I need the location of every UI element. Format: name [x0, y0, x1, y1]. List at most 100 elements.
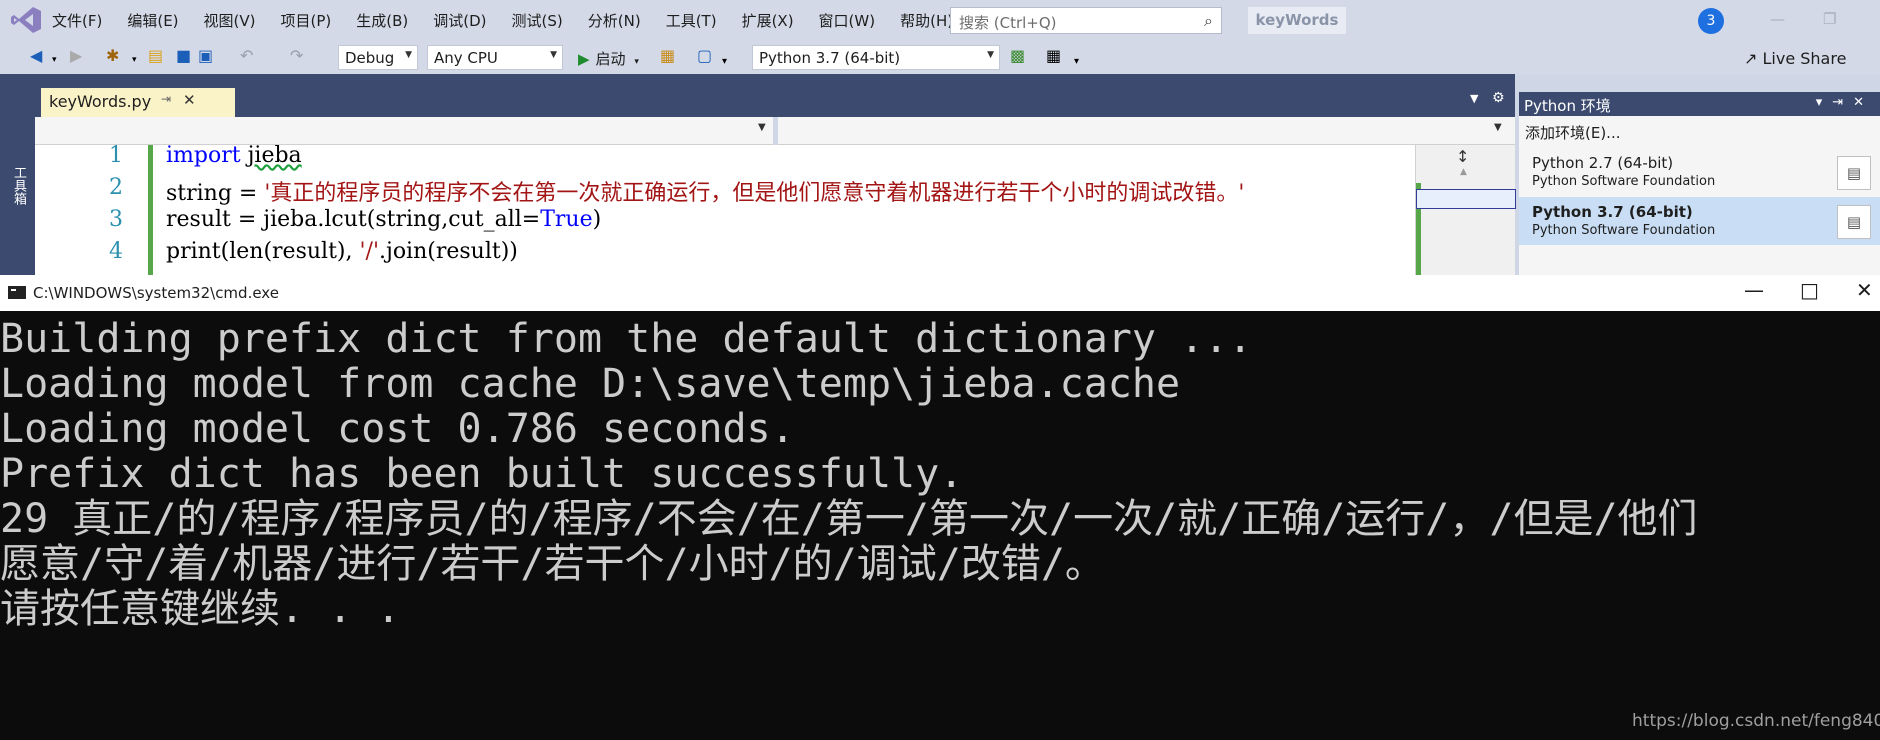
open-file-icon[interactable]: ▤: [148, 47, 163, 65]
solution-name: keyWords: [1248, 7, 1346, 34]
keyword: import: [166, 145, 241, 168]
live-share-button[interactable]: ↗ Live Share: [1744, 49, 1846, 68]
menu-build[interactable]: 生成(B): [356, 10, 408, 31]
panel-title: Python 环境: [1524, 97, 1611, 115]
add-environment-link[interactable]: 添加环境(E)...: [1525, 122, 1621, 143]
chevron-down-icon: ▼: [550, 50, 557, 60]
menu-file[interactable]: 文件(F): [52, 10, 102, 31]
line-number: 2: [109, 175, 123, 200]
play-icon: ▶: [578, 50, 590, 68]
env-vendor: Python Software Foundation: [1532, 223, 1716, 238]
forward-icon[interactable]: ▶: [70, 47, 82, 65]
redo-icon[interactable]: ↷: [290, 47, 303, 65]
line-number: 4: [109, 239, 123, 264]
menu-help[interactable]: 帮助(H): [900, 10, 953, 31]
start-button[interactable]: ▶ 启动 ▾: [578, 48, 639, 69]
back-icon[interactable]: ◀: [30, 47, 42, 65]
undo-icon[interactable]: ↶: [240, 47, 253, 65]
interpreter-value: Python 3.7 (64-bit): [759, 49, 901, 67]
close-icon[interactable]: ✕: [183, 91, 196, 109]
navigation-bar: ▼ ▼: [35, 117, 1515, 145]
scrollbar-map[interactable]: ↕ ▲: [1415, 145, 1516, 275]
cmd-titlebar: C:\WINDOWS\system32\cmd.exe — □ ✕: [0, 275, 1880, 311]
menu-view[interactable]: 视图(V): [204, 10, 256, 31]
browser-dropdown-icon[interactable]: ▾: [722, 53, 727, 71]
back-dropdown-icon[interactable]: ▾: [52, 51, 57, 69]
code-text: result =: [166, 207, 264, 232]
watermark: https://blog.csdn.net/feng8403000: [1632, 711, 1880, 731]
menu-project[interactable]: 项目(P): [281, 10, 332, 31]
code-line-4: print(len(result), '/'.join(result)): [166, 239, 518, 264]
python-environments-panel: Python 环境 ▾⇥✕ 添加环境(E)... Python 2.7 (64-…: [1519, 92, 1880, 275]
platform-value: Any CPU: [434, 49, 498, 67]
env-item-python37[interactable]: Python 3.7 (64-bit) Python Software Foun…: [1519, 197, 1880, 245]
browser-icon[interactable]: ▢: [697, 47, 712, 65]
new-project-dropdown-icon[interactable]: ▾: [132, 51, 137, 69]
map-thumb[interactable]: [1416, 189, 1516, 209]
menu-window[interactable]: 窗口(W): [819, 10, 876, 31]
start-label: 启动: [595, 50, 626, 68]
minimize-icon[interactable]: —: [1770, 10, 1785, 28]
platform-select[interactable]: Any CPU ▼: [427, 45, 563, 70]
notification-badge[interactable]: 3: [1698, 8, 1724, 34]
save-icon[interactable]: ■: [176, 47, 191, 65]
minimize-icon[interactable]: —: [1744, 278, 1764, 302]
menu-items: 文件(F) 编辑(E) 视图(V) 项目(P) 生成(B) 调试(D) 测试(S…: [52, 10, 978, 31]
menu-edit[interactable]: 编辑(E): [127, 10, 178, 31]
toolbar-overflow-icon[interactable]: ▾: [1074, 53, 1079, 71]
close-icon[interactable]: ✕: [1856, 278, 1873, 302]
env-item-python27[interactable]: Python 2.7 (64-bit) Python Software Foun…: [1519, 148, 1880, 196]
gear-icon[interactable]: ⚙: [1492, 90, 1505, 106]
env-name: Python 2.7 (64-bit): [1532, 154, 1674, 172]
restore-icon[interactable]: ❐: [1823, 10, 1836, 28]
chevron-down-icon: ▼: [987, 50, 994, 60]
panel-header-icons[interactable]: ▾⇥✕: [1816, 95, 1874, 110]
layout-icon[interactable]: ▦: [1046, 47, 1061, 65]
save-all-icon[interactable]: ▣: [198, 47, 213, 65]
tab-title: keyWords.py: [49, 92, 152, 111]
visual-studio-window: 文件(F) 编辑(E) 视图(V) 项目(P) 生成(B) 调试(D) 测试(S…: [0, 0, 1880, 275]
tab-overflow-icon[interactable]: ▼: [1470, 92, 1478, 105]
keyword: True: [540, 207, 593, 232]
maximize-icon[interactable]: □: [1800, 278, 1819, 302]
configuration-select[interactable]: Debug ▼: [338, 45, 418, 70]
env-vendor: Python Software Foundation: [1532, 174, 1716, 189]
menu-extensions[interactable]: 扩展(X): [742, 10, 794, 31]
new-project-icon[interactable]: ✱: [106, 47, 119, 65]
search-input[interactable]: 搜索 (Ctrl+Q) ⌕: [950, 7, 1222, 34]
line-number-gutter: 1 2 3 4: [35, 145, 153, 275]
toolbar: ◀ ▾ ▶ ✱ ▾ ▤ ■ ▣ ↶ ↷ Debug ▼ Any CPU ▼ ▶ 启…: [0, 40, 1880, 74]
attach-process-icon[interactable]: ▦: [660, 47, 675, 65]
tab-keywords-py[interactable]: keyWords.py ⇥ ✕: [41, 88, 235, 117]
live-share-label: Live Share: [1762, 49, 1847, 68]
pin-icon[interactable]: ⇥: [161, 92, 171, 106]
python-interpreter-select[interactable]: Python 3.7 (64-bit) ▼: [752, 45, 1000, 70]
code-text: jieba.lcut(string,cut_all=: [263, 207, 541, 232]
share-icon: ↗: [1744, 49, 1758, 68]
env-name: Python 3.7 (64-bit): [1532, 203, 1693, 221]
module-name: jieba: [247, 145, 302, 168]
chevron-down-icon[interactable]: ▼: [758, 122, 766, 133]
menu-debug[interactable]: 调试(D): [433, 10, 486, 31]
editor-tab-bar: keyWords.py ⇥ ✕ ▼ ⚙: [35, 74, 1515, 117]
env-options-icon[interactable]: ▤: [1837, 205, 1871, 239]
console-line: 29 真正/的/程序/程序员/的/程序/不会/在/第一/第一次/一次/就/正确/…: [0, 496, 1698, 542]
code-text: ): [592, 207, 602, 232]
split-editor-icon[interactable]: ↕: [1456, 147, 1469, 166]
menu-test[interactable]: 测试(S): [512, 10, 563, 31]
chevron-down-icon[interactable]: ▼: [1494, 122, 1502, 133]
nav-divider: [773, 117, 778, 145]
code-line-2: string = '真正的程序员的程序不会在第一次就正确运行，但是他们愿意守着机…: [166, 175, 1244, 207]
code-line-1: import jieba: [166, 145, 302, 168]
menu-tools[interactable]: 工具(T): [666, 10, 717, 31]
code-line-3: result = jieba.lcut(string,cut_all=True): [166, 207, 601, 232]
env-options-icon[interactable]: ▤: [1837, 156, 1871, 190]
code-editor[interactable]: 1 2 3 4 import jieba string = '真正的程序员的程序…: [35, 145, 1415, 275]
console-line: 愿意/守/着/机器/进行/若干/若干个/小时/的/调试/改错/。: [0, 541, 1105, 587]
scroll-up-icon[interactable]: ▲: [1460, 167, 1467, 177]
toolbox-strip[interactable]: 工具箱: [0, 74, 35, 275]
code-text: string =: [166, 181, 265, 206]
menu-analyze[interactable]: 分析(N): [588, 10, 641, 31]
python-environment-icon[interactable]: ▩: [1010, 47, 1025, 65]
console-line: Building prefix dict from the default di…: [0, 316, 1253, 362]
